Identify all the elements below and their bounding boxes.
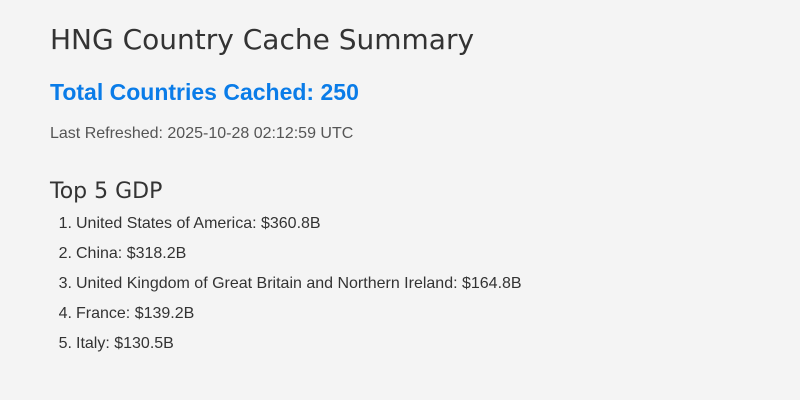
- last-refreshed-timestamp: Last Refreshed: 2025-10-28 02:12:59 UTC: [50, 125, 354, 142]
- gdp-entry: France: $139.2B: [76, 305, 195, 322]
- gdp-rank: 4.: [58, 305, 72, 322]
- gdp-rank: 5.: [58, 335, 72, 352]
- gdp-list-item: 3. United Kingdom of Great Britain and No…: [0, 272, 522, 302]
- page-title: HNG Country Cache Summary: [50, 23, 475, 56]
- gdp-list-item: 5. Italy: $130.5B: [0, 332, 522, 362]
- gdp-entry: China: $318.2B: [76, 245, 187, 262]
- gdp-entry: United States of America: $360.8B: [76, 215, 321, 232]
- gdp-list-item: 4. France: $139.2B: [0, 302, 522, 332]
- total-countries-cached: Total Countries Cached: 250: [50, 79, 359, 105]
- gdp-list-item: 2. China: $318.2B: [0, 242, 522, 272]
- gdp-rank: 3.: [58, 275, 72, 292]
- top-gdp-list: 1. United States of America: $360.8B 2. Ch…: [0, 212, 522, 362]
- gdp-rank: 2.: [58, 245, 72, 262]
- gdp-entry: United Kingdom of Great Britain and Nort…: [76, 275, 522, 292]
- gdp-rank: 1.: [58, 215, 72, 232]
- gdp-list-item: 1. United States of America: $360.8B: [0, 212, 522, 242]
- top-gdp-heading: Top 5 GDP: [50, 179, 163, 204]
- gdp-entry: Italy: $130.5B: [76, 335, 174, 352]
